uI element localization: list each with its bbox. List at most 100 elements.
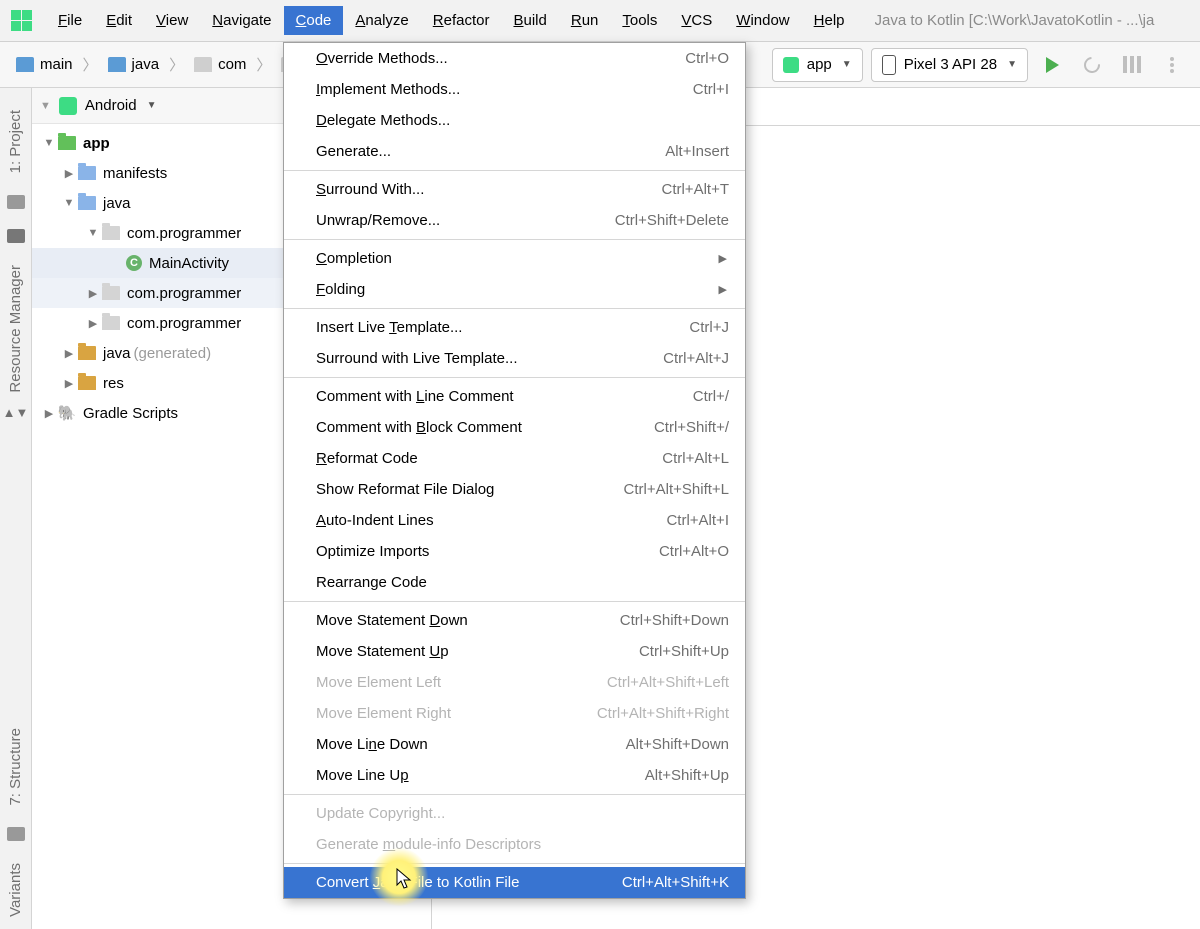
menu-item: Move Element LeftCtrl+Alt+Shift+Left: [284, 667, 745, 698]
menu-item[interactable]: Reformat CodeCtrl+Alt+L: [284, 443, 745, 474]
tree-label: java: [103, 195, 131, 212]
menu-item[interactable]: Rearrange Code: [284, 567, 745, 598]
chevron-down-icon: ▼: [1007, 59, 1017, 70]
tree-label: com.programmer: [127, 285, 241, 302]
menu-item[interactable]: Comment with Block CommentCtrl+Shift+/: [284, 412, 745, 443]
dots-icon: [1170, 57, 1174, 73]
breadcrumb-label: com: [218, 56, 246, 73]
tree-suffix: (generated): [134, 345, 212, 362]
menu-run[interactable]: Run: [559, 6, 611, 35]
folder-icon: [78, 196, 96, 210]
menu-item[interactable]: Insert Live Template...Ctrl+J: [284, 312, 745, 343]
app-logo-icon: [10, 10, 32, 32]
project-view-label: Android: [85, 97, 137, 114]
menu-analyze[interactable]: Analyze: [343, 6, 420, 35]
chevron-down-icon: ▼: [842, 59, 852, 70]
breadcrumb-com[interactable]: com: [186, 49, 254, 81]
menu-refactor[interactable]: Refactor: [421, 6, 502, 35]
folder-icon[interactable]: [7, 229, 25, 243]
menu-item[interactable]: Move Statement DownCtrl+Shift+Down: [284, 605, 745, 636]
tree-label: java: [103, 345, 131, 362]
menu-navigate[interactable]: Navigate: [200, 6, 283, 35]
sidebar-tab-structure[interactable]: 7: Structure: [7, 716, 24, 818]
tree-label: com.programmer: [127, 315, 241, 332]
menu-separator: [284, 863, 745, 864]
menu-item[interactable]: Comment with Line CommentCtrl+/: [284, 381, 745, 412]
menu-build[interactable]: Build: [501, 6, 558, 35]
menu-item[interactable]: Folding▶: [284, 274, 745, 305]
code-menu-dropdown: Override Methods...Ctrl+OImplement Metho…: [283, 42, 746, 899]
menubar: FileEditViewNavigateCodeAnalyzeRefactorB…: [0, 0, 1200, 42]
menu-item: Update Copyright...: [284, 798, 745, 829]
menu-separator: [284, 601, 745, 602]
menu-item[interactable]: Move Line DownAlt+Shift+Down: [284, 729, 745, 760]
menu-vcs[interactable]: VCS: [669, 6, 724, 35]
tree-label: manifests: [103, 165, 167, 182]
gradle-icon: 🐘: [58, 404, 76, 422]
run-config-selector[interactable]: app ▼: [772, 48, 863, 82]
menu-separator: [284, 170, 745, 171]
folder-icon[interactable]: [7, 195, 25, 209]
reload-icon: [1081, 53, 1104, 76]
menu-item[interactable]: Auto-Indent LinesCtrl+Alt+I: [284, 505, 745, 536]
menu-item[interactable]: Optimize ImportsCtrl+Alt+O: [284, 536, 745, 567]
run-button[interactable]: [1035, 48, 1069, 82]
run-config-label: app: [807, 56, 832, 73]
menu-help[interactable]: Help: [802, 6, 857, 35]
menu-code[interactable]: Code: [284, 6, 344, 35]
sidebar-tab-project[interactable]: 1: Project: [7, 98, 24, 185]
breadcrumb-label: java: [132, 56, 160, 73]
package-icon: [102, 316, 120, 330]
sidebar-tab-variants[interactable]: Variants: [7, 851, 24, 929]
menu-item[interactable]: Move Statement UpCtrl+Shift+Up: [284, 636, 745, 667]
tree-label: res: [103, 375, 124, 392]
module-icon: [58, 136, 76, 150]
chevron-down-icon: ▼: [147, 100, 157, 111]
bars-icon: [1123, 56, 1141, 73]
class-icon: C: [126, 255, 142, 271]
menu-edit[interactable]: Edit: [94, 6, 144, 35]
breadcrumb-label: main: [40, 56, 73, 73]
play-icon: [1046, 57, 1059, 73]
menu-item[interactable]: Unwrap/Remove...Ctrl+Shift+Delete: [284, 205, 745, 236]
menu-item[interactable]: Delegate Methods...: [284, 105, 745, 136]
tree-label: Gradle Scripts: [83, 405, 178, 422]
menu-item[interactable]: Move Line UpAlt+Shift+Up: [284, 760, 745, 791]
menu-separator: [284, 308, 745, 309]
menu-item[interactable]: Show Reformat File DialogCtrl+Alt+Shift+…: [284, 474, 745, 505]
left-toolbar: 1: Project Resource Manager ▲▼ 7: Struct…: [0, 88, 32, 929]
variants-icon[interactable]: [7, 827, 25, 841]
menu-window[interactable]: Window: [724, 6, 801, 35]
menu-item[interactable]: Completion▶: [284, 243, 745, 274]
chevron-right-icon: 〉: [81, 54, 100, 75]
menu-item[interactable]: Surround with Live Template...Ctrl+Alt+J: [284, 343, 745, 374]
tree-label: com.programmer: [127, 225, 241, 242]
stop-button[interactable]: [1115, 48, 1149, 82]
menu-separator: [284, 794, 745, 795]
menu-view[interactable]: View: [144, 6, 200, 35]
menu-file[interactable]: File: [46, 6, 94, 35]
menu-item[interactable]: Generate...Alt+Insert: [284, 136, 745, 167]
avd-icon[interactable]: ▲▼: [3, 405, 29, 420]
rerun-button[interactable]: [1075, 48, 1109, 82]
device-selector[interactable]: Pixel 3 API 28 ▼: [871, 48, 1028, 82]
menu-item[interactable]: Implement Methods...Ctrl+I: [284, 74, 745, 105]
menu-item: Move Element RightCtrl+Alt+Shift+Right: [284, 698, 745, 729]
folder-icon: [78, 376, 96, 390]
window-title: Java to Kotlin [C:\Work\JavatoKotlin - .…: [875, 12, 1190, 29]
chevron-right-icon: 〉: [167, 54, 186, 75]
menu-item[interactable]: Surround With...Ctrl+Alt+T: [284, 174, 745, 205]
menu-item[interactable]: Override Methods...Ctrl+O: [284, 43, 745, 74]
breadcrumb-java[interactable]: java: [100, 49, 168, 81]
menu-item[interactable]: Convert Java File to Kotlin FileCtrl+Alt…: [284, 867, 745, 898]
device-label: Pixel 3 API 28: [904, 56, 997, 73]
package-icon: [102, 286, 120, 300]
menu-tools[interactable]: Tools: [610, 6, 669, 35]
more-button[interactable]: [1155, 48, 1189, 82]
menu-separator: [284, 377, 745, 378]
sidebar-tab-resource-manager[interactable]: Resource Manager: [7, 253, 24, 405]
breadcrumb-main[interactable]: main: [8, 49, 81, 81]
menu-item: Generate module-info Descriptors: [284, 829, 745, 860]
tree-label: MainActivity: [149, 255, 229, 272]
folder-icon: [78, 166, 96, 180]
